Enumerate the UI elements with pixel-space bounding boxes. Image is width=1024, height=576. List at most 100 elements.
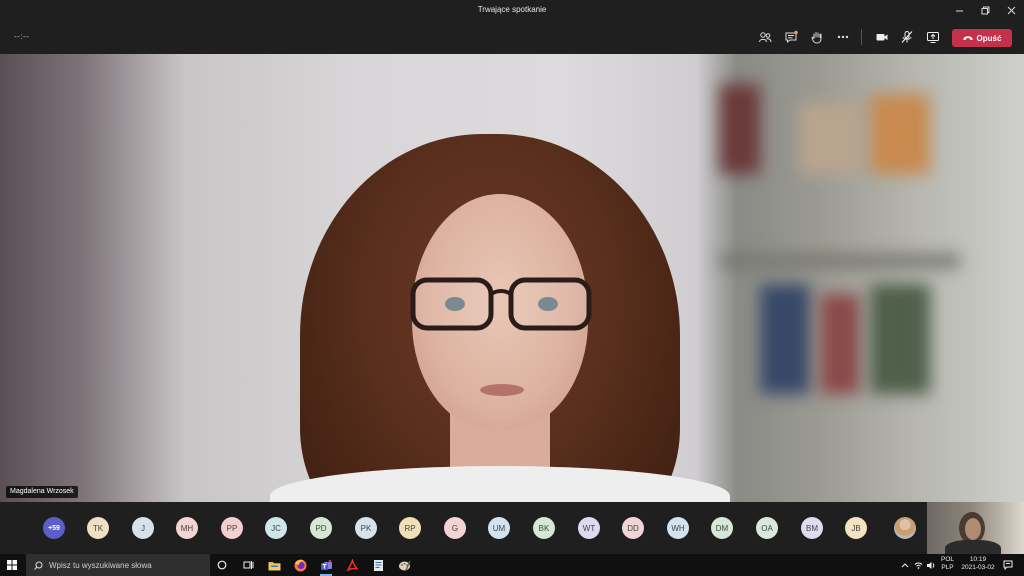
taskbar-clock[interactable]: 10:19 2021-03-02 bbox=[960, 556, 996, 572]
background-object bbox=[720, 84, 760, 174]
clock-date: 2021-03-02 bbox=[961, 564, 995, 571]
microphone-button[interactable] bbox=[897, 28, 917, 46]
chat-button[interactable] bbox=[781, 28, 801, 46]
participant-avatar[interactable]: BM bbox=[801, 517, 823, 539]
title-bar: Trwające spotkanie bbox=[0, 0, 1024, 21]
participant-avatar[interactable]: J bbox=[132, 517, 154, 539]
minimize-button[interactable] bbox=[946, 0, 972, 21]
participant-avatar[interactable]: G bbox=[444, 517, 466, 539]
chevron-up-icon bbox=[901, 563, 909, 568]
taskbar-search[interactable]: Wpisz tu wyszukiwane słowa bbox=[26, 554, 210, 576]
toolbar-separator bbox=[861, 29, 862, 45]
input-language[interactable]: POL PLP bbox=[941, 556, 954, 572]
participant-avatar[interactable]: TK bbox=[87, 517, 109, 539]
participant-avatar[interactable]: WH bbox=[667, 517, 689, 539]
task-view-icon bbox=[243, 561, 253, 569]
participant-avatar[interactable]: PD bbox=[310, 517, 332, 539]
share-screen-button[interactable] bbox=[923, 28, 943, 46]
camera-icon bbox=[876, 34, 888, 41]
taskbar-teams[interactable] bbox=[318, 557, 334, 576]
search-placeholder: Wpisz tu wyszukiwane słowa bbox=[49, 560, 152, 570]
chat-icon bbox=[785, 30, 798, 44]
restore-button[interactable] bbox=[972, 0, 998, 21]
cortana-icon bbox=[217, 560, 227, 570]
keyboard-layout: PLP bbox=[941, 564, 954, 571]
participant-avatar[interactable]: JC bbox=[265, 517, 287, 539]
volume-icon bbox=[926, 561, 934, 569]
speaker-mouth bbox=[480, 384, 524, 396]
taskbar-document-app[interactable] bbox=[370, 557, 386, 573]
minimize-icon bbox=[955, 10, 963, 12]
video-stage: Magdalena Wrzosek bbox=[0, 54, 1024, 502]
network-icon bbox=[914, 562, 922, 569]
participant-avatar[interactable]: RP bbox=[399, 517, 421, 539]
teams-icon bbox=[320, 559, 332, 570]
firefox-icon bbox=[294, 559, 306, 571]
background-object bbox=[870, 94, 930, 174]
background-object bbox=[760, 284, 810, 394]
taskbar-file-explorer[interactable] bbox=[266, 557, 282, 573]
background-object bbox=[820, 294, 860, 394]
microphone-muted-icon bbox=[901, 31, 913, 43]
participant-avatar[interactable]: WT bbox=[578, 517, 600, 539]
notification-icon bbox=[1003, 560, 1013, 570]
search-icon bbox=[34, 561, 43, 570]
task-view-button[interactable] bbox=[240, 557, 256, 573]
acrobat-icon bbox=[345, 558, 358, 572]
clock-time: 10:19 bbox=[969, 556, 987, 563]
tray-volume[interactable] bbox=[925, 557, 935, 573]
meeting-toolbar: --:-- Opuść bbox=[0, 21, 1024, 53]
close-button[interactable] bbox=[998, 0, 1024, 21]
leave-meeting-button[interactable]: Opuść bbox=[952, 29, 1012, 47]
people-icon bbox=[759, 32, 772, 43]
background-object bbox=[870, 284, 930, 394]
participant-avatar[interactable]: OA bbox=[756, 517, 778, 539]
participant-avatar[interactable]: DD bbox=[622, 517, 644, 539]
background-object bbox=[720, 254, 960, 268]
self-body bbox=[945, 540, 1001, 554]
participants-button[interactable] bbox=[755, 28, 775, 46]
raise-hand-button[interactable] bbox=[807, 28, 827, 46]
participant-avatar[interactable]: PP bbox=[221, 517, 243, 539]
participants-strip: +59 TK J MH PP JC PD PK RP G UM BK WT DD WH DM OA BM JB bbox=[0, 502, 1024, 554]
action-center-button[interactable] bbox=[1002, 557, 1014, 573]
taskbar-firefox[interactable] bbox=[292, 557, 308, 573]
self-video-preview bbox=[927, 502, 1024, 554]
participant-avatar[interactable]: DM bbox=[711, 517, 733, 539]
leave-label: Opuść bbox=[976, 33, 1002, 43]
language-code: POL bbox=[941, 556, 955, 563]
more-icon bbox=[837, 35, 849, 39]
palette-icon bbox=[398, 560, 411, 570]
participant-avatar[interactable]: BK bbox=[533, 517, 555, 539]
share-screen-icon bbox=[927, 32, 939, 43]
meeting-timer: --:-- bbox=[14, 32, 30, 41]
more-actions-button[interactable] bbox=[833, 28, 853, 46]
hand-icon bbox=[811, 32, 822, 44]
start-button[interactable] bbox=[0, 554, 24, 576]
tray-network[interactable] bbox=[913, 557, 923, 573]
cortana-button[interactable] bbox=[214, 557, 230, 573]
participant-avatar[interactable]: MH bbox=[176, 517, 198, 539]
hang-up-icon bbox=[963, 36, 973, 40]
more-participants-button[interactable]: +59 bbox=[43, 517, 65, 539]
taskbar-acrobat[interactable] bbox=[344, 557, 360, 573]
participant-photo-avatar[interactable] bbox=[894, 517, 916, 539]
document-icon bbox=[373, 559, 383, 571]
participant-avatar[interactable]: UM bbox=[488, 517, 510, 539]
speaker-nameplate: Magdalena Wrzosek bbox=[6, 486, 78, 498]
windows-logo-icon bbox=[7, 560, 17, 570]
taskbar: Wpisz tu wyszukiwane słowa POL PLP 10:19… bbox=[0, 554, 1024, 576]
window-title: Trwające spotkanie bbox=[477, 5, 547, 14]
participant-avatar[interactable]: JB bbox=[845, 517, 867, 539]
taskbar-paint-app[interactable] bbox=[396, 557, 412, 573]
self-face bbox=[965, 518, 981, 540]
restore-icon bbox=[981, 6, 989, 15]
close-icon bbox=[1007, 6, 1015, 15]
tray-overflow-button[interactable] bbox=[900, 557, 910, 573]
glasses-icon bbox=[410, 277, 592, 331]
background-object bbox=[800, 104, 860, 174]
window-controls bbox=[946, 0, 1024, 21]
participant-avatar[interactable]: PK bbox=[355, 517, 377, 539]
camera-button[interactable] bbox=[872, 28, 892, 46]
folder-icon bbox=[268, 561, 280, 570]
